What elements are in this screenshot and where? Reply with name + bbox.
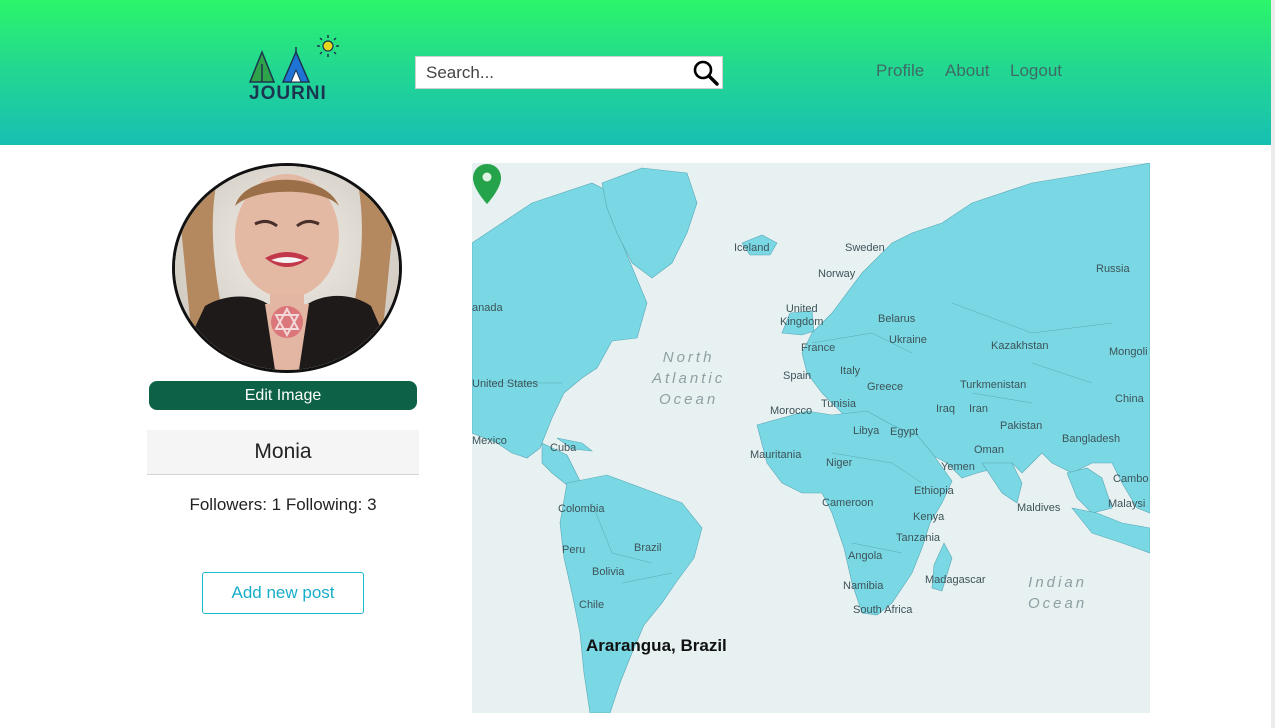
nav-profile-link[interactable]: Profile	[876, 61, 924, 81]
logo-graphic-icon	[248, 35, 339, 83]
map-label-niger: Niger	[826, 457, 853, 469]
search-icon[interactable]	[692, 59, 720, 87]
map-label-brazil: Brazil	[634, 542, 662, 554]
map-label-norway: Norway	[818, 268, 856, 280]
nav-logout-link[interactable]: Logout	[1010, 61, 1062, 81]
map-label-sweden: Sweden	[845, 242, 885, 254]
map-label-turkmenistan: Turkmenistan	[960, 379, 1027, 391]
map-label-cambodia: Cambo	[1113, 473, 1149, 485]
map-label-iraq: Iraq	[936, 403, 955, 415]
map-label-iceland: Iceland	[734, 242, 770, 254]
map-label-tunisia: Tunisia	[821, 398, 857, 410]
map-label-namibia: Namibia	[843, 580, 884, 592]
map-label-libya: Libya	[853, 425, 880, 437]
map-label-ukraine: Ukraine	[889, 334, 927, 346]
map-label-greece: Greece	[867, 381, 904, 393]
map-label-oman: Oman	[974, 444, 1004, 456]
map-label-south-africa: South Africa	[853, 604, 913, 616]
map-label-maldives: Maldives	[1017, 502, 1061, 514]
page-scroll-edge	[1271, 0, 1275, 728]
map-label-malaysia: Malaysi	[1108, 498, 1146, 510]
location-pin-icon[interactable]	[472, 163, 502, 205]
map-label-france: France	[801, 342, 836, 354]
map-label-peru: Peru	[562, 544, 586, 556]
follow-counts: Followers: 1 Following: 3	[189, 495, 377, 514]
map-label-yemen: Yemen	[941, 461, 975, 473]
map-label-bolivia: Bolivia	[592, 566, 625, 578]
world-map[interactable]: anada United States Mexico Cuba Colombia…	[472, 163, 1150, 713]
map-label-tanzania: Tanzania	[896, 532, 941, 544]
search-bar	[415, 56, 723, 89]
map-label-kenya: Kenya	[913, 511, 945, 523]
map-label-pakistan: Pakistan	[1000, 420, 1043, 432]
map-label-italy: Italy	[840, 365, 861, 377]
username: Monia	[147, 430, 419, 475]
map-label-china: China	[1115, 393, 1144, 405]
map-label-cameroon: Cameroon	[822, 497, 874, 509]
top-header: JOURNI Profile About Logout	[0, 0, 1271, 145]
map-label-cuba: Cuba	[550, 442, 577, 454]
journi-logo[interactable]: JOURNI	[245, 30, 355, 110]
logo-text: JOURNI	[249, 83, 327, 104]
map-label-united-states: United States	[472, 378, 539, 390]
map-label-spain: Spain	[783, 370, 812, 382]
add-new-post-button[interactable]: Add new post	[202, 572, 364, 614]
map-marker-label: Ararangua, Brazil	[586, 636, 727, 655]
map-label-north-atlantic-ocean: North Atlantic Ocean	[652, 349, 726, 408]
map-label-kazakhstan: Kazakhstan	[991, 340, 1049, 352]
map-label-egypt: Egypt	[890, 426, 919, 438]
map-label-mexico: Mexico	[472, 435, 507, 447]
map-label-mongolia: Mongoli	[1109, 346, 1148, 358]
map-label-colombia: Colombia	[558, 503, 605, 515]
nav-about-link[interactable]: About	[945, 61, 989, 81]
map-label-united-kingdom: United Kingdom	[780, 303, 824, 328]
map-label-russia: Russia	[1096, 263, 1130, 275]
map-label-bangladesh: Bangladesh	[1062, 433, 1121, 445]
map-label-madagascar: Madagascar	[925, 574, 986, 586]
map-label-iran: Iran	[969, 403, 988, 415]
profile-photo	[175, 166, 399, 370]
map-label-belarus: Belarus	[878, 313, 916, 325]
map-label-ethiopia: Ethiopia	[914, 485, 954, 497]
edit-image-button[interactable]: Edit Image	[149, 381, 417, 410]
world-map-land	[472, 163, 1150, 713]
map-label-indian-ocean: Indian Ocean	[1028, 574, 1088, 612]
map-label-morocco: Morocco	[770, 405, 813, 417]
map-label-chile: Chile	[579, 599, 605, 611]
map-label-canada: anada	[472, 302, 503, 314]
profile-avatar	[172, 163, 402, 373]
search-input[interactable]	[416, 57, 696, 88]
map-label-angola: Angola	[848, 550, 883, 562]
map-label-mauritania: Mauritania	[750, 449, 802, 461]
